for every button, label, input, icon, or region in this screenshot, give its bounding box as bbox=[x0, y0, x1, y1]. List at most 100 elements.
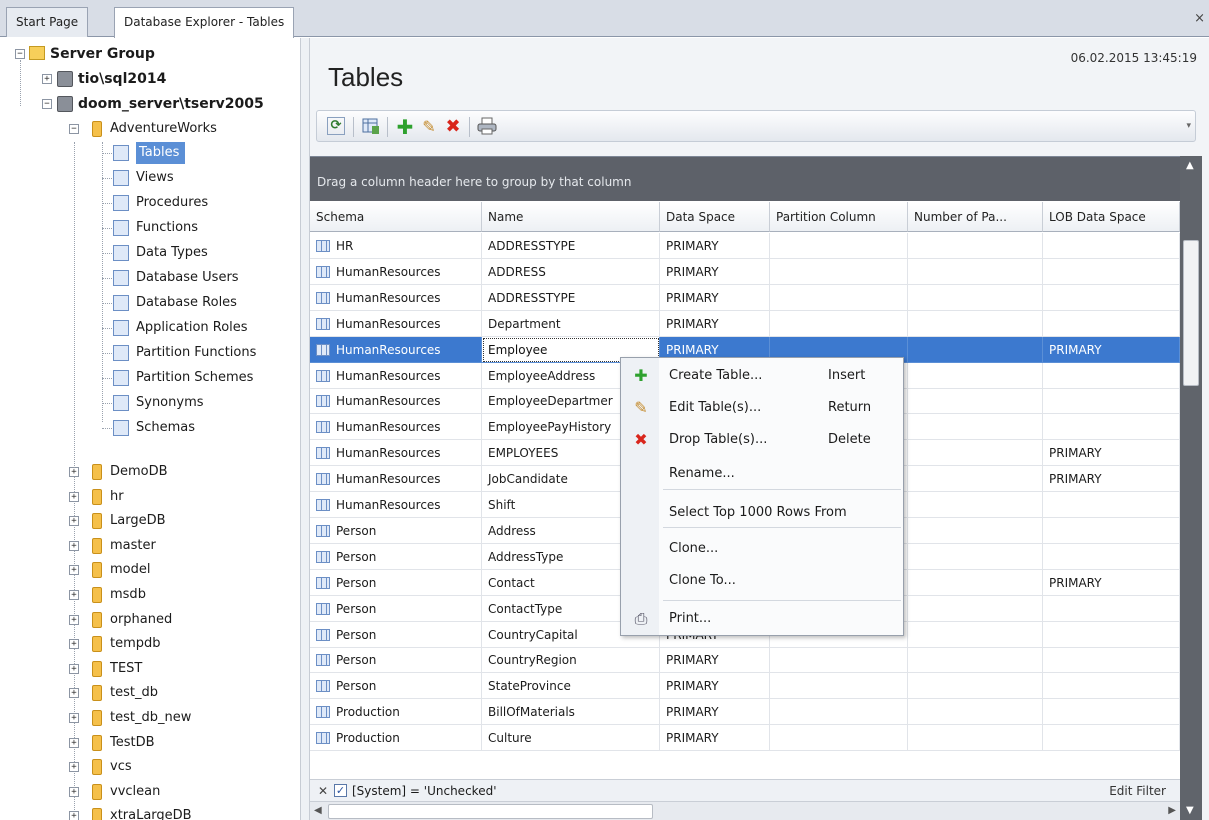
print-icon[interactable] bbox=[477, 117, 497, 137]
vertical-scrollbar[interactable]: ▲ ▼ bbox=[1180, 156, 1202, 820]
tree-item-database-roles[interactable]: Database Roles bbox=[136, 292, 237, 314]
edit-icon[interactable]: ✎ bbox=[419, 117, 439, 137]
tree-db-testdb[interactable]: TestDB bbox=[110, 732, 155, 754]
tree-server-tio[interactable]: tio\sql2014 bbox=[78, 68, 166, 90]
tree-item-partition-functions[interactable]: Partition Functions bbox=[136, 342, 256, 364]
tree-db-msdb[interactable]: msdb bbox=[110, 584, 146, 606]
clear-filter-icon[interactable]: ✕ bbox=[318, 780, 328, 802]
tree-item-views[interactable]: Views bbox=[136, 167, 174, 189]
menu-item-clone[interactable]: Clone... bbox=[621, 534, 903, 564]
menu-item-create-table[interactable]: ✚ Create Table... Insert bbox=[621, 361, 903, 391]
column-header-1[interactable]: Name bbox=[482, 202, 660, 232]
tree-db-orphaned[interactable]: orphaned bbox=[110, 609, 172, 631]
database-icon bbox=[92, 685, 102, 702]
expand-db-orphaned-icon[interactable]: + bbox=[69, 614, 79, 625]
tree-item-functions[interactable]: Functions bbox=[136, 217, 198, 239]
menu-item-rename[interactable]: Rename... bbox=[621, 459, 903, 489]
tree-db-test_db[interactable]: test_db bbox=[110, 682, 158, 704]
edit-filter-button[interactable]: Edit Filter bbox=[1109, 780, 1166, 802]
expand-db-test_db-icon[interactable]: + bbox=[69, 688, 79, 699]
tree-server-group[interactable]: Server Group bbox=[50, 43, 155, 65]
expand-db-xtralargedb-icon[interactable]: + bbox=[69, 811, 79, 820]
table-row[interactable]: Production Culture PRIMARY bbox=[310, 725, 1180, 752]
tree-item-database-users[interactable]: Database Users bbox=[136, 267, 239, 289]
menu-item-select-top-1000-rows-from[interactable]: Select Top 1000 Rows From bbox=[621, 498, 903, 528]
column-header-4[interactable]: Number of Pa... bbox=[908, 202, 1043, 232]
expand-server-tio-icon[interactable]: + bbox=[42, 74, 52, 84]
table-cell bbox=[908, 466, 1043, 493]
expand-db-test-icon[interactable]: + bbox=[69, 663, 79, 674]
tree-db-adventureworks[interactable]: AdventureWorks bbox=[110, 118, 217, 140]
tab-database-explorer-tables[interactable]: Database Explorer - Tables bbox=[114, 7, 295, 38]
expand-db-master-icon[interactable]: + bbox=[69, 540, 79, 551]
table-row[interactable]: HR ADDRESSTYPE PRIMARY bbox=[310, 233, 1180, 259]
tree-db-tempdb[interactable]: tempdb bbox=[110, 633, 161, 655]
tree-item-synonyms[interactable]: Synonyms bbox=[136, 392, 204, 414]
group-by-panel[interactable]: Drag a column header here to group by th… bbox=[310, 157, 1180, 201]
toolbar-overflow-icon[interactable]: ▾ bbox=[1186, 121, 1191, 131]
tree-db-orphaned-label: orphaned bbox=[110, 611, 173, 627]
table-row[interactable]: HumanResources ADDRESSTYPE PRIMARY bbox=[310, 284, 1180, 311]
menu-item-print[interactable]: ⎙ Print... bbox=[621, 604, 903, 634]
table-row[interactable]: Production BillOfMaterials PRIMARY bbox=[310, 699, 1180, 726]
collapse-server-group-icon[interactable]: − bbox=[15, 49, 25, 59]
scroll-up-icon[interactable]: ▲ bbox=[1186, 160, 1194, 171]
refresh-icon[interactable]: ⟳ bbox=[327, 117, 345, 135]
tree-item-schemas[interactable]: Schemas bbox=[136, 417, 195, 439]
tree-item-application-roles[interactable]: Application Roles bbox=[136, 317, 248, 339]
collapse-adventureworks-icon[interactable]: − bbox=[69, 124, 79, 134]
delete-icon[interactable]: ✖ bbox=[443, 117, 463, 137]
expand-db-tempdb-icon[interactable]: + bbox=[69, 639, 79, 650]
expand-db-vvclean-icon[interactable]: + bbox=[69, 786, 79, 797]
menu-item-edit-table-s[interactable]: ✎ Edit Table(s)... Return bbox=[621, 393, 903, 423]
column-header-5[interactable]: LOB Data Space bbox=[1043, 202, 1180, 232]
table-row[interactable]: Person CountryRegion PRIMARY bbox=[310, 647, 1180, 674]
vertical-scroll-thumb[interactable] bbox=[1183, 240, 1199, 386]
scroll-right-icon[interactable]: ▶ bbox=[1168, 805, 1176, 816]
horizontal-scrollbar[interactable]: ◀ ▶ bbox=[310, 801, 1180, 820]
expand-db-demodb-icon[interactable]: + bbox=[69, 467, 79, 477]
tree-db-test_db_new[interactable]: test_db_new bbox=[110, 707, 191, 729]
expand-db-model-icon[interactable]: + bbox=[69, 565, 79, 576]
tree-item-procedures[interactable]: Procedures bbox=[136, 192, 208, 214]
tree-server-doom[interactable]: doom_server\tserv2005 bbox=[78, 93, 264, 115]
table-cell: StateProvince bbox=[482, 673, 660, 700]
menu-item-clone-to[interactable]: Clone To... bbox=[621, 566, 903, 596]
tree-splitter[interactable] bbox=[300, 38, 310, 820]
tree-db-hr[interactable]: hr bbox=[110, 486, 124, 508]
tree-item-tables[interactable]: Tables bbox=[136, 142, 186, 164]
horizontal-scroll-thumb[interactable] bbox=[328, 804, 653, 819]
column-header-0[interactable]: Schema bbox=[310, 202, 482, 232]
table-icon bbox=[316, 473, 330, 486]
add-icon[interactable]: ✚ bbox=[395, 117, 415, 137]
tree-db-master[interactable]: master bbox=[110, 535, 156, 557]
expand-db-vcs-icon[interactable]: + bbox=[69, 762, 79, 773]
column-header-2[interactable]: Data Space bbox=[660, 202, 770, 232]
tree-db-model[interactable]: model bbox=[110, 559, 150, 581]
scroll-left-icon[interactable]: ◀ bbox=[314, 805, 322, 816]
tree-item-data-types[interactable]: Data Types bbox=[136, 242, 208, 264]
expand-db-test_db_new-icon[interactable]: + bbox=[69, 713, 79, 723]
tree-db-demodb[interactable]: DemoDB bbox=[110, 461, 168, 483]
expand-db-testdb-icon[interactable]: + bbox=[69, 737, 79, 748]
tree-db-xtralargedb[interactable]: xtraLargeDB bbox=[110, 805, 192, 820]
tree-db-vcs[interactable]: vcs bbox=[110, 756, 132, 778]
properties-icon[interactable] bbox=[361, 117, 381, 137]
tree-db-largedb[interactable]: LargeDB bbox=[110, 510, 166, 532]
table-row[interactable]: Person StateProvince PRIMARY bbox=[310, 673, 1180, 700]
scroll-down-icon[interactable]: ▼ bbox=[1186, 805, 1194, 816]
column-header-3[interactable]: Partition Column bbox=[770, 202, 908, 232]
filter-checkbox[interactable]: ✓ bbox=[334, 784, 347, 797]
table-row[interactable]: HumanResources Department PRIMARY bbox=[310, 310, 1180, 337]
tab-start-page[interactable]: Start Page bbox=[6, 7, 89, 37]
tree-db-vvclean[interactable]: vvclean bbox=[110, 781, 160, 803]
expand-db-hr-icon[interactable]: + bbox=[69, 491, 79, 502]
expand-db-msdb-icon[interactable]: + bbox=[69, 590, 79, 600]
collapse-server-doom-icon[interactable]: − bbox=[42, 99, 52, 109]
tree-db-test[interactable]: TEST bbox=[110, 658, 142, 680]
table-row[interactable]: HumanResources ADDRESS PRIMARY bbox=[310, 258, 1180, 285]
tree-item-partition-schemes[interactable]: Partition Schemes bbox=[136, 367, 253, 389]
menu-item-drop-table-s[interactable]: ✖ Drop Table(s)... Delete bbox=[621, 425, 903, 455]
expand-db-largedb-icon[interactable]: + bbox=[69, 516, 79, 527]
close-tab-icon[interactable]: × bbox=[1194, 11, 1205, 26]
